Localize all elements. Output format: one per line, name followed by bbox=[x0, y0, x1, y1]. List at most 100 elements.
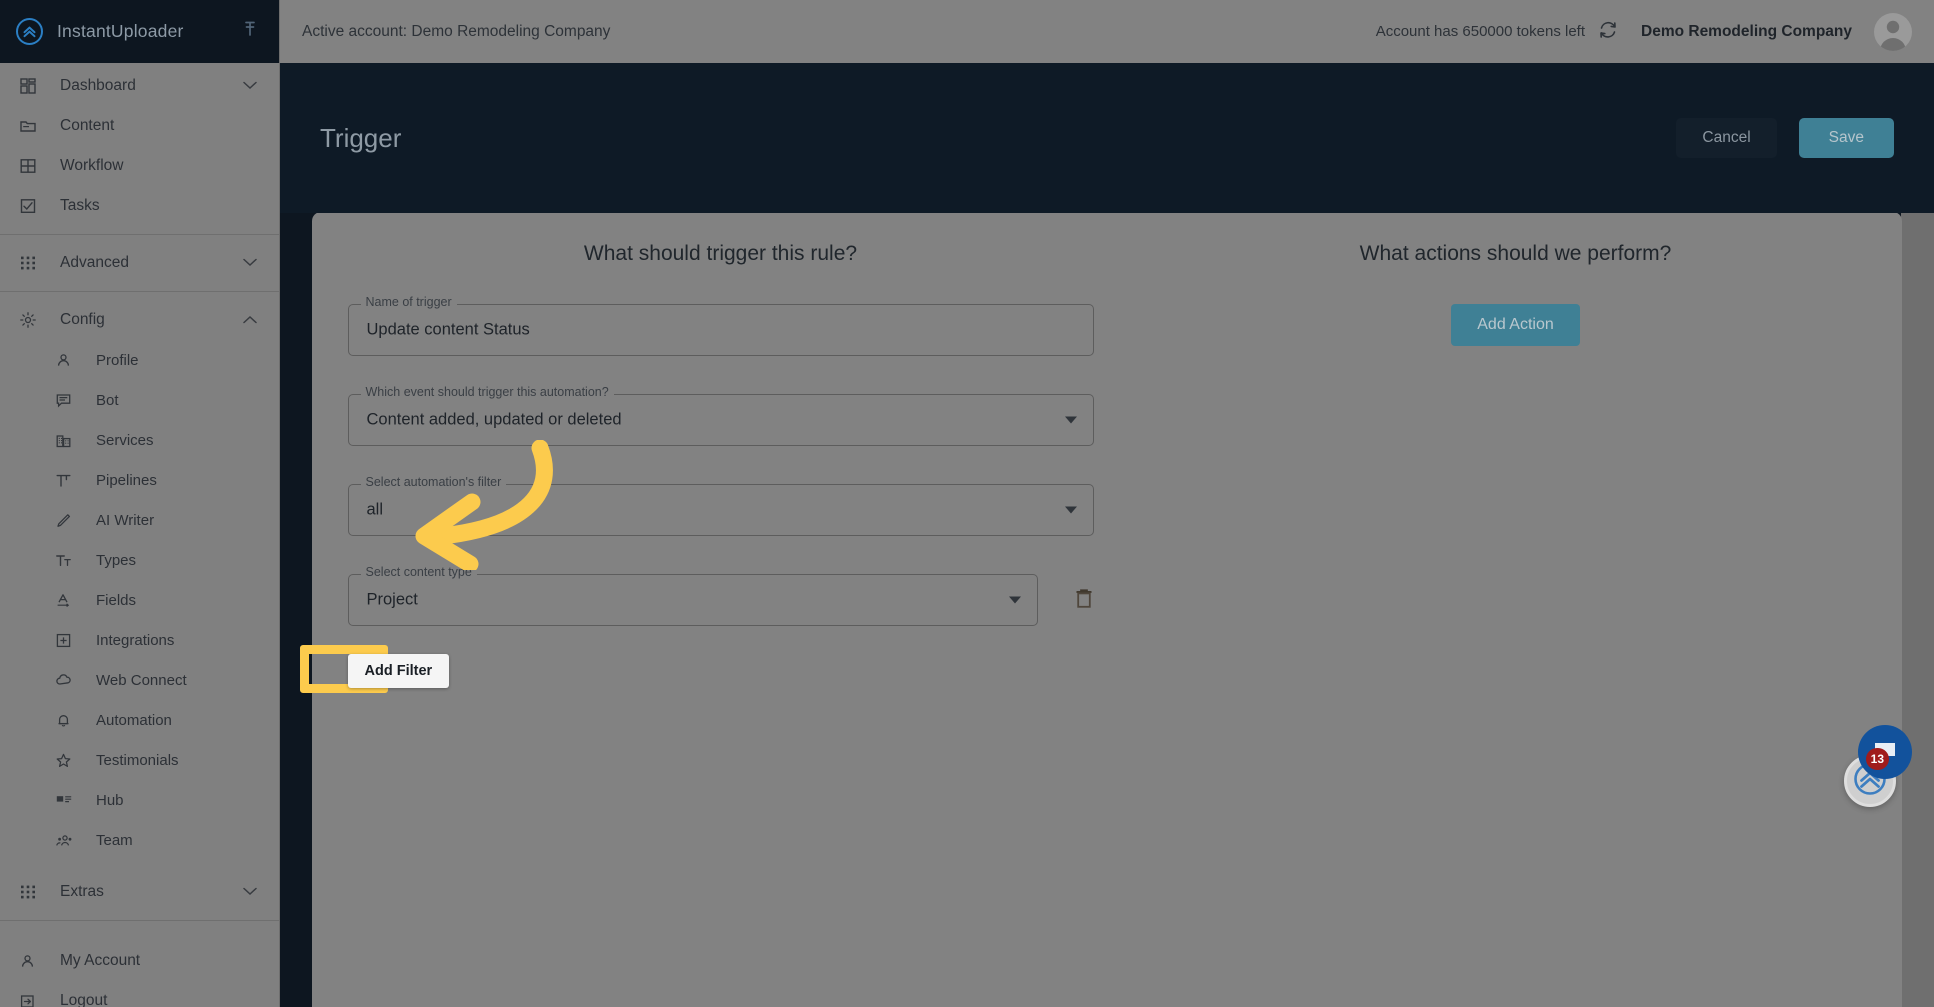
sidebar-item-label: Tasks bbox=[60, 197, 100, 214]
building-icon bbox=[56, 433, 82, 448]
chevron-down-icon bbox=[243, 77, 257, 95]
logout-arrow-icon bbox=[20, 994, 46, 1007]
active-account-label: Active account: Demo Remodeling Company bbox=[302, 22, 611, 40]
sidebar-item-label: Automation bbox=[96, 711, 172, 729]
field-outline bbox=[347, 574, 1038, 626]
people-icon bbox=[56, 834, 82, 847]
trash-icon[interactable] bbox=[1074, 587, 1094, 614]
notification-badge: 13 bbox=[1865, 748, 1889, 770]
content-type-select-field[interactable]: Select content type Project bbox=[347, 566, 1038, 626]
app-root: InstantUploader Dashboard Content Workfl… bbox=[0, 0, 1934, 1007]
sidebar-item-label: Content bbox=[60, 117, 115, 134]
sidebar-item-tasks[interactable]: Tasks bbox=[0, 186, 279, 226]
sidebar-item-hub[interactable]: Hub bbox=[30, 780, 279, 820]
refresh-icon[interactable] bbox=[1597, 20, 1619, 44]
sidebar-item-logout[interactable]: Logout bbox=[0, 981, 279, 1007]
sidebar-item-label: AI Writer bbox=[96, 511, 155, 529]
field-outline bbox=[347, 484, 1094, 536]
sidebar-item-label: Bot bbox=[96, 391, 119, 409]
sidebar-nav: Dashboard Content Workflow Tasks Advance… bbox=[0, 63, 279, 1007]
dashboard-grid-icon bbox=[20, 78, 46, 94]
name-of-trigger-field[interactable]: Name of trigger Update content Status bbox=[347, 296, 1094, 356]
chevron-down-icon[interactable] bbox=[1064, 506, 1077, 514]
sidebar-gap-2 bbox=[0, 929, 279, 941]
chevron-down-icon bbox=[243, 883, 257, 901]
add-filter-button[interactable]: Add Filter bbox=[347, 654, 450, 688]
sidebar-item-workflow[interactable]: Workflow bbox=[0, 146, 279, 186]
sidebar-header: InstantUploader bbox=[0, 0, 279, 63]
sidebar-item-label: Team bbox=[96, 831, 133, 849]
sidebar-item-label: Services bbox=[96, 431, 154, 449]
sidebar-divider-1 bbox=[0, 234, 279, 235]
chevron-up-icon bbox=[243, 311, 257, 329]
field-legend: Which event should trigger this automati… bbox=[360, 386, 614, 399]
chat-lines-icon bbox=[56, 393, 82, 408]
sidebar-group-advanced[interactable]: Advanced bbox=[0, 243, 279, 283]
company-name: Demo Remodeling Company bbox=[1641, 22, 1852, 40]
sidebar-item-pipelines[interactable]: Pipelines bbox=[30, 460, 279, 500]
brand-name: InstantUploader bbox=[57, 21, 184, 41]
media-list-icon bbox=[56, 794, 82, 806]
top-bar: Active account: Demo Remodeling Company … bbox=[280, 0, 1934, 63]
sidebar-item-label: Hub bbox=[96, 791, 124, 809]
sidebar-item-automation[interactable]: Automation bbox=[30, 700, 279, 740]
sidebar-item-label: Testimonials bbox=[96, 751, 179, 769]
text-size-icon bbox=[56, 553, 82, 568]
double-chevron-up-circle-icon bbox=[16, 18, 43, 45]
person-icon bbox=[20, 954, 46, 969]
sidebar-item-fields[interactable]: Fields bbox=[30, 580, 279, 620]
trigger-panel-heading: What should trigger this rule? bbox=[583, 242, 858, 265]
sidebar-item-label: Workflow bbox=[60, 157, 124, 174]
sidebar-item-label: Types bbox=[96, 551, 137, 569]
sidebar-item-my-account[interactable]: My Account bbox=[0, 941, 279, 981]
pipeline-icon bbox=[56, 473, 82, 488]
sidebar-item-label: Logout bbox=[60, 992, 108, 1007]
automation-filter-select-field[interactable]: Select automation's filter all bbox=[347, 476, 1094, 536]
sidebar-item-team[interactable]: Team bbox=[30, 820, 279, 860]
sidebar-item-label: Profile bbox=[96, 351, 139, 369]
sidebar-group-config[interactable]: Config bbox=[0, 300, 279, 340]
sidebar-item-ai-writer[interactable]: AI Writer bbox=[30, 500, 279, 540]
chevron-down-icon[interactable] bbox=[1008, 596, 1021, 604]
save-button[interactable]: Save bbox=[1798, 118, 1894, 158]
sidebar-item-testimonials[interactable]: Testimonials bbox=[30, 740, 279, 780]
sidebar-divider-3 bbox=[0, 920, 279, 921]
cancel-button[interactable]: Cancel bbox=[1676, 118, 1777, 158]
pin-icon[interactable] bbox=[241, 20, 259, 43]
chevron-down-icon[interactable] bbox=[1064, 416, 1077, 424]
add-filter-area: Add Filter bbox=[299, 645, 1094, 693]
field-value: all bbox=[366, 500, 384, 519]
field-legend: Select automation's filter bbox=[360, 476, 507, 489]
sidebar-item-label: My Account bbox=[60, 952, 141, 969]
card-columns: What should trigger this rule? Name of t… bbox=[299, 212, 1902, 1007]
sidebar-item-profile[interactable]: Profile bbox=[30, 340, 279, 380]
sidebar: InstantUploader Dashboard Content Workfl… bbox=[0, 0, 280, 1007]
sidebar-item-services[interactable]: Services bbox=[30, 420, 279, 460]
sidebar-group-label: Config bbox=[60, 311, 105, 328]
folder-icon bbox=[20, 118, 46, 134]
sidebar-item-dashboard[interactable]: Dashboard bbox=[0, 66, 279, 106]
sidebar-item-label: Pipelines bbox=[96, 471, 157, 489]
sidebar-item-types[interactable]: Types bbox=[30, 540, 279, 580]
add-action-button[interactable]: Add Action bbox=[1451, 304, 1580, 346]
trigger-editor-card: What should trigger this rule? Name of t… bbox=[299, 212, 1902, 1007]
page-header: Trigger Cancel Save bbox=[280, 63, 1934, 213]
sidebar-item-label: Integrations bbox=[96, 631, 175, 649]
sidebar-item-web-connect[interactable]: Web Connect bbox=[30, 660, 279, 700]
user-avatar-icon[interactable] bbox=[1874, 12, 1912, 51]
event-select-field[interactable]: Which event should trigger this automati… bbox=[347, 386, 1094, 446]
content-type-row: Select content type Project bbox=[347, 566, 1094, 626]
sidebar-config-subitems: Profile Bot Services Pipelines AI Writer bbox=[0, 340, 279, 860]
page-title: Trigger bbox=[320, 122, 402, 153]
plus-square-icon bbox=[56, 633, 82, 648]
sidebar-divider-2 bbox=[0, 291, 279, 292]
sidebar-item-bot[interactable]: Bot bbox=[30, 380, 279, 420]
chevron-down-icon bbox=[243, 254, 257, 272]
sidebar-group-extras[interactable]: Extras bbox=[0, 872, 279, 912]
sidebar-item-content[interactable]: Content bbox=[0, 106, 279, 146]
star-icon bbox=[56, 753, 82, 768]
field-value: Update content Status bbox=[366, 320, 530, 339]
sidebar-group-label: Advanced bbox=[60, 254, 129, 271]
checkbox-icon bbox=[20, 198, 46, 214]
sidebar-item-integrations[interactable]: Integrations bbox=[30, 620, 279, 660]
